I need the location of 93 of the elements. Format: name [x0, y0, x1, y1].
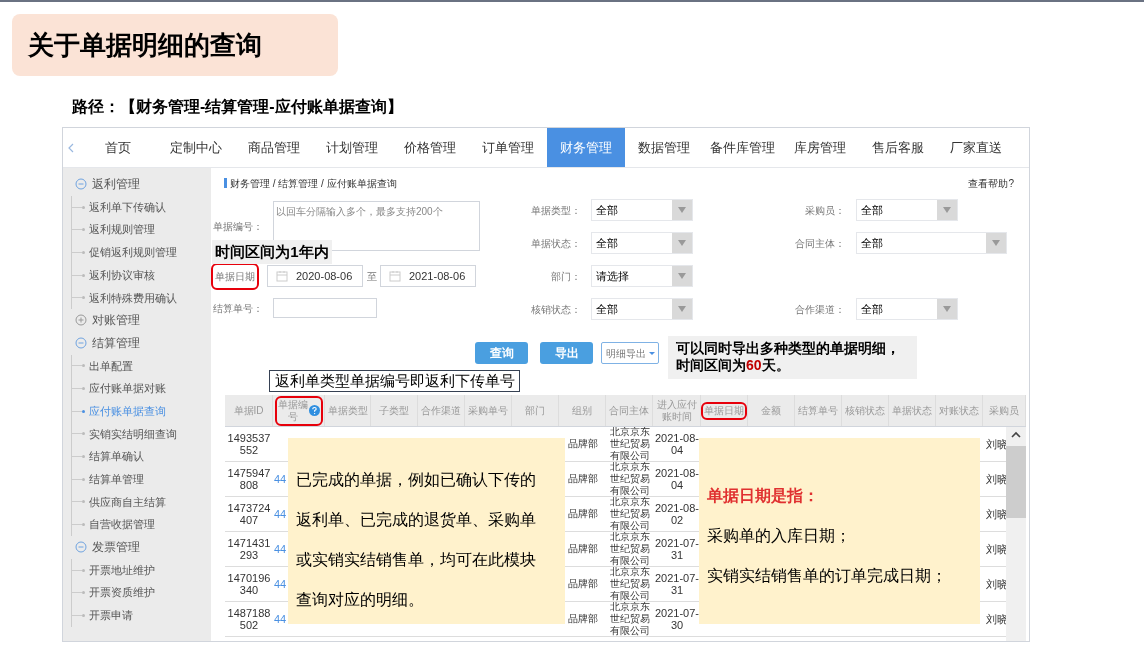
table-cell: 1471431293	[226, 537, 272, 561]
sidebar-item[interactable]: 实销实结明细查询	[89, 425, 177, 443]
field-label: 合同主体：	[794, 236, 846, 251]
scrollbar-thumb[interactable]	[1006, 446, 1026, 518]
table-cell-text: 2021-08-04	[653, 432, 700, 456]
breadcrumb: 财务管理 / 结算管理 / 应付账单据查询	[230, 176, 397, 191]
calendar-icon	[389, 270, 401, 282]
collapse-icon[interactable]	[75, 541, 87, 554]
sidebar-item[interactable]: 结算单管理	[89, 471, 144, 488]
table-cell: 品牌部	[567, 508, 598, 520]
sidebar-item[interactable]: 结算单确认	[89, 448, 144, 465]
sidebar-group[interactable]: 发票管理	[92, 538, 140, 557]
input-field[interactable]	[273, 298, 377, 318]
table-cell-text: 北京京东世纪贸易有限公司	[608, 427, 651, 461]
table-cell-text: 2021-07-31	[653, 572, 700, 596]
sidebar-item[interactable]: 出单配置	[89, 357, 133, 375]
expand-icon[interactable]	[75, 314, 87, 327]
collapse-icon[interactable]	[75, 337, 87, 350]
field-label: 单据编号：	[212, 219, 264, 234]
table-cell: 44	[274, 543, 287, 555]
sidebar-item[interactable]: 开票资质维护	[89, 584, 155, 601]
callout-heading: 单据日期是指：	[707, 486, 820, 506]
help-icon[interactable]	[308, 405, 320, 416]
table-cell-text: 2021-08-02	[653, 502, 700, 526]
callout-note: 时间区间为1年内	[212, 240, 332, 264]
field-label: 合作渠道：	[794, 302, 846, 317]
table-cell: 44	[274, 473, 287, 485]
field-label: 单据类型：	[530, 203, 582, 218]
table-cell-text: 北京京东世纪贸易有限公司	[608, 497, 651, 531]
export-dropdown[interactable]: 明细导出	[601, 342, 659, 364]
sidebar-item[interactable]: 返利协议审核	[89, 266, 155, 284]
table-cell: 44	[274, 508, 287, 520]
field-label: 部门：	[550, 269, 582, 284]
table-cell-text: 北京京东世纪贸易有限公司	[608, 602, 651, 636]
date-field[interactable]: 2020-08-06	[267, 265, 363, 287]
table-cell: 44	[274, 578, 287, 590]
table-cell: 1470196340	[226, 572, 272, 596]
table-cell-text: 2021-08-04	[653, 467, 700, 491]
dropdown[interactable]: 全部	[591, 199, 693, 221]
callout-note: 返利单类型单据编号即返利下传单号	[269, 370, 520, 392]
field-label: 采购员：	[804, 203, 846, 218]
help-link[interactable]: 查看帮助?	[968, 175, 1014, 191]
dropdown[interactable]: 全部	[856, 232, 1007, 254]
table-cell: 品牌部	[567, 473, 598, 485]
chevron-left-icon[interactable]	[67, 142, 75, 153]
caret-icon	[648, 351, 655, 355]
dropdown[interactable]: 请选择	[591, 265, 693, 287]
table-cell: 品牌部	[567, 438, 598, 450]
sidebar-item[interactable]: 自营收据管理	[89, 516, 155, 533]
dropdown[interactable]: 全部	[591, 298, 693, 320]
table-cell-text: 2021-07-30	[653, 607, 700, 631]
table-cell: 44	[274, 613, 287, 625]
table-cell: 1493537552	[226, 432, 272, 456]
field-label: 核销状态：	[530, 302, 582, 317]
sidebar-group[interactable]: 对账管理	[92, 311, 140, 330]
dropdown[interactable]: 全部	[591, 232, 693, 254]
scroll-up-icon[interactable]	[1011, 431, 1021, 438]
sidebar-item[interactable]: 促销返利规则管理	[89, 244, 177, 261]
sidebar-item[interactable]: 应付账单据对账	[89, 380, 166, 397]
table-cell: 1475947808	[226, 467, 272, 491]
sidebar-item[interactable]: 返利规则管理	[89, 221, 155, 238]
table-cell-text: 2021-07-31	[653, 537, 700, 561]
date-field[interactable]: 2021-08-06	[380, 265, 476, 287]
sidebar-item[interactable]: 返利单下传确认	[89, 198, 166, 216]
breadcrumb-marker	[224, 178, 227, 188]
table-cell: 品牌部	[567, 543, 598, 555]
sidebar-item[interactable]: 供应商自主结算	[89, 493, 166, 511]
dropdown[interactable]: 全部	[856, 298, 958, 320]
scrollbar[interactable]	[1006, 427, 1026, 641]
table-cell-text: 北京京东世纪贸易有限公司	[608, 462, 651, 496]
table-cell: 1473724407	[226, 502, 272, 526]
table-cell-text: 北京京东世纪贸易有限公司	[608, 532, 651, 566]
field-label: 结算单号：	[212, 301, 264, 316]
sidebar-item[interactable]: 返利特殊费用确认	[89, 289, 177, 307]
table-cell-text: 北京京东世纪贸易有限公司	[608, 567, 651, 601]
callout-note: 可以同时导出多种类型的单据明细， 时间区间为60天。	[668, 336, 917, 379]
sidebar-item[interactable]: 开票申请	[89, 607, 133, 624]
range-separator: 至	[365, 269, 378, 284]
path-text: 路径：【财务管理-结算管理-应付账单据查询】	[72, 97, 403, 117]
sidebar-group[interactable]: 结算管理	[92, 334, 140, 353]
callout-text: 实销实结销售单的订单完成日期；	[707, 566, 948, 586]
table-cell: 品牌部	[567, 613, 598, 625]
sidebar-item[interactable]: 开票地址维护	[89, 561, 155, 579]
calendar-icon	[276, 270, 288, 282]
collapse-icon[interactable]	[75, 178, 87, 191]
dropdown[interactable]: 全部	[856, 199, 958, 221]
field-label: 单据状态：	[530, 236, 582, 251]
table-cell: 品牌部	[567, 578, 598, 590]
callout-text: 已完成的单据，例如已确认下传的 返利单、已完成的退货单、采购单 或实销实结销售单，均可在此模块 查询对应的明细。	[296, 470, 537, 610]
slide-title: 关于单据明细的查询	[12, 14, 338, 76]
table-cell: 1487188502	[226, 607, 272, 631]
sidebar-group[interactable]: 返利管理	[92, 175, 140, 194]
callout-text: 采购单的入库日期；	[707, 526, 852, 546]
